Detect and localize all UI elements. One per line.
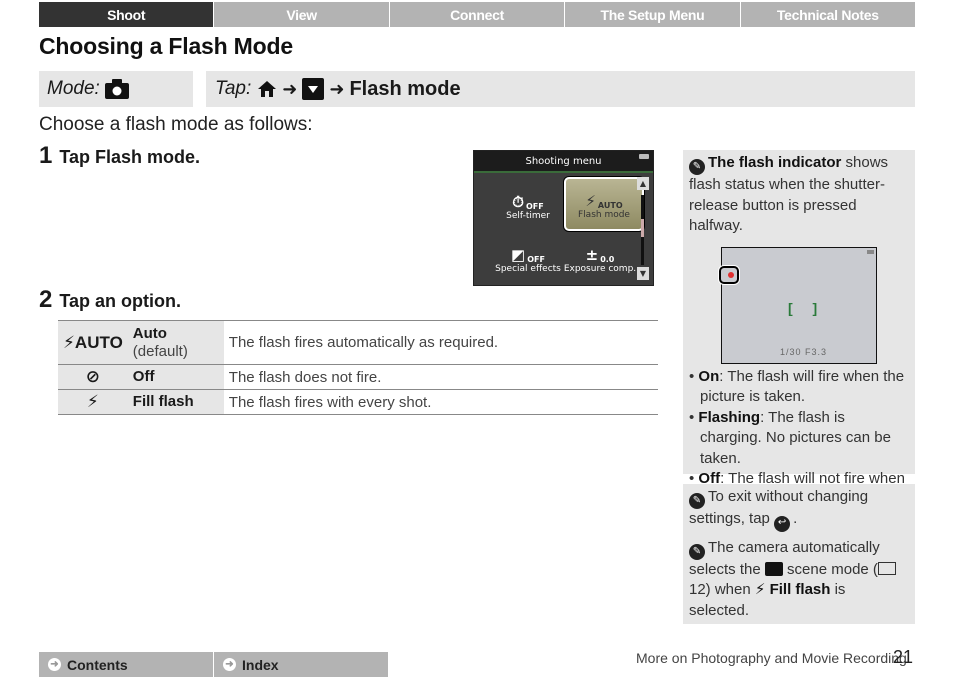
- fill-flash-icon: ⚡: [754, 581, 770, 599]
- cell-value: AUTO: [597, 201, 623, 210]
- cell-label: Exposure comp.: [563, 264, 637, 274]
- tap-target: Flash mode: [349, 77, 461, 100]
- contents-label: Contents: [67, 656, 128, 673]
- flash-options-table: ⚡AUTO Auto (default) The flash fires auto…: [58, 320, 658, 415]
- step-prefix: Tap: [59, 147, 96, 167]
- back-icon: ↩: [774, 515, 791, 532]
- tap-label: Tap:: [215, 78, 252, 99]
- cell-value: OFF: [527, 255, 545, 264]
- option-name: Auto (default): [127, 320, 224, 365]
- self-timer-icon: ⏱: [512, 193, 524, 211]
- exposure-readout: 1/30 F3.3: [780, 347, 828, 358]
- note-bold: Fill flash: [769, 581, 831, 599]
- page-number: 21: [893, 647, 914, 667]
- page-reference[interactable]: 12) when: [689, 581, 755, 598]
- index-button[interactable]: ➜ Index: [214, 652, 389, 677]
- intro-text: Choose a flash mode as follows:: [39, 114, 313, 135]
- tab-shoot[interactable]: Shoot: [39, 2, 215, 27]
- option-name: Fill flash: [127, 389, 224, 415]
- home-icon: [257, 80, 277, 98]
- table-row: ⊘ Off The flash does not fire.: [58, 364, 658, 390]
- self-timer-cell[interactable]: ⏱ OFF Self-timer: [488, 178, 568, 232]
- note-pencil-icon: ✎: [689, 493, 705, 510]
- cell-label: Self-timer: [506, 211, 550, 221]
- note-text: .: [793, 510, 798, 528]
- exposure-comp-cell[interactable]: ±0.0 Exposure comp.: [560, 231, 640, 285]
- special-effects-cell[interactable]: ◩ OFF Special effects: [488, 231, 568, 285]
- cell-value: 0.0: [600, 255, 615, 264]
- list-item: • On: The flash will fire when the pictu…: [689, 367, 905, 406]
- bottom-navigation: ➜ Contents ➜ Index: [39, 652, 389, 677]
- mode-bar: Mode:: [39, 71, 193, 107]
- option-description: The flash fires with every shot.: [223, 389, 658, 415]
- flash-indicator-note: ✎ The flash indicator shows flash status …: [683, 150, 915, 508]
- scrollbar-thumb[interactable]: [641, 219, 644, 237]
- flash-auto-icon: ⚡: [585, 192, 596, 210]
- tab-view[interactable]: View: [214, 2, 390, 27]
- viewfinder-illustration: [ ] 1/30 F3.3: [719, 246, 877, 364]
- flash-off-icon: ⊘: [58, 364, 128, 390]
- flash-indicator-icon: [719, 265, 739, 284]
- contents-button[interactable]: ➜ Contents: [39, 652, 214, 677]
- special-effects-icon: ◩: [511, 246, 526, 264]
- step-number: 1: [39, 142, 53, 169]
- tap-path-bar: Tap: ➜ ➜ Flash mode: [206, 71, 915, 107]
- index-label: Index: [242, 656, 279, 673]
- option-name-text: Auto: [132, 324, 167, 342]
- fill-flash-icon: ⚡: [58, 389, 128, 415]
- scroll-down-button[interactable]: ▼: [637, 267, 649, 280]
- table-row: ⚡ Fill flash The flash fires with every …: [58, 389, 658, 415]
- note-bold: The flash indicator: [708, 154, 842, 171]
- tab-connect[interactable]: Connect: [389, 2, 566, 27]
- section-title: More on Photography and Movie Recording: [636, 650, 907, 666]
- state-name: On: [698, 367, 720, 385]
- focus-area-brackets: [ ]: [788, 299, 826, 316]
- cell-label: Special effects: [495, 264, 561, 274]
- option-default-note: (default): [132, 342, 188, 360]
- arrow-right-icon: ➜: [282, 78, 298, 99]
- step-1: 1 Tap Flash mode.: [39, 142, 200, 170]
- cell-label: Flash mode: [578, 210, 630, 220]
- exit-note: ✎ To exit without changing settings, tap …: [689, 487, 909, 532]
- fill-flash-note: ✎ The camera automatically selects the sc…: [689, 538, 909, 622]
- camera-icon: [104, 79, 129, 99]
- tab-setup-menu[interactable]: The Setup Menu: [565, 2, 741, 27]
- table-row: ⚡AUTO Auto (default) The flash fires auto…: [58, 320, 658, 365]
- flash-mode-cell[interactable]: ⚡ AUTO Flash mode: [564, 177, 644, 231]
- option-description: The flash fires automatically as require…: [223, 320, 658, 365]
- book-icon[interactable]: [877, 561, 896, 575]
- option-name: Off: [127, 364, 224, 390]
- tab-technical-notes[interactable]: Technical Notes: [740, 2, 916, 27]
- note-text: scene mode (: [782, 560, 878, 578]
- note-pencil-icon: ✎: [689, 159, 705, 176]
- exposure-comp-icon: ±: [585, 246, 599, 264]
- step-bold: Flash mode.: [95, 147, 201, 167]
- step-2: 2 Tap an option.: [39, 286, 181, 314]
- camera-shooting-menu-screen: Shooting menu ⏱ OFF Self-timer ⚡ AUTO Flas…: [473, 150, 654, 286]
- list-item: • Flashing: The flash is charging. No pi…: [689, 408, 891, 467]
- camera-menu-header: Shooting menu: [474, 151, 653, 173]
- step-text: Tap Flash mode.: [59, 147, 200, 168]
- step-text: Tap an option.: [59, 291, 182, 311]
- flash-auto-icon: ⚡AUTO: [58, 320, 128, 365]
- state-name: Flashing: [698, 408, 761, 426]
- note-text: ✎ The flash indicator shows flash status …: [689, 153, 909, 237]
- additional-notes: ✎ To exit without changing settings, tap …: [683, 484, 915, 624]
- option-description: The flash does not fire.: [223, 364, 658, 390]
- arrow-right-circle-icon: ➜: [223, 658, 236, 671]
- scroll-up-button[interactable]: ▲: [637, 177, 649, 190]
- battery-icon: [639, 154, 649, 159]
- page-title: Choosing a Flash Mode: [39, 33, 293, 59]
- arrow-right-icon: ➜: [329, 78, 345, 99]
- note-pencil-icon: ✎: [689, 543, 705, 560]
- mode-label: Mode:: [47, 78, 100, 99]
- cell-value: OFF: [525, 202, 544, 211]
- arrow-right-circle-icon: ➜: [48, 658, 61, 671]
- battery-icon: [867, 249, 874, 254]
- top-navigation: Shoot View Connect The Setup Menu Techni…: [39, 2, 916, 27]
- menu-down-icon: [302, 78, 325, 100]
- state-desc: : The flash will fire when the picture i…: [700, 367, 905, 406]
- scene-backlight-icon: [764, 561, 783, 576]
- step-number: 2: [39, 286, 53, 313]
